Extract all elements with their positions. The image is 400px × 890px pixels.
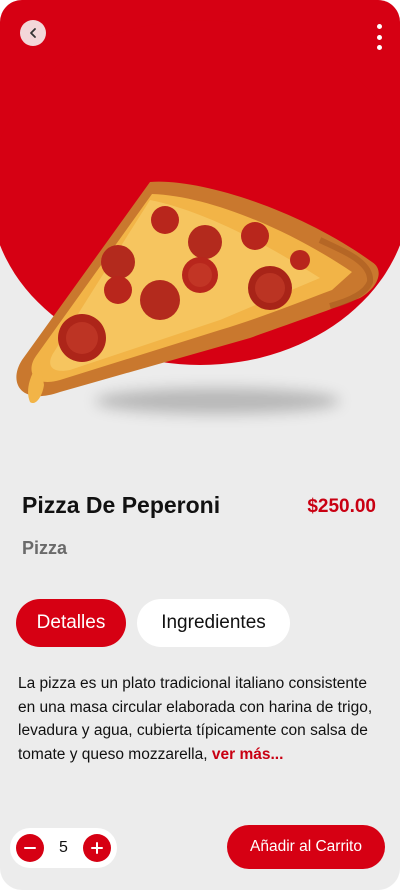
product-hero <box>0 0 400 440</box>
tab-ingredientes[interactable]: Ingredientes <box>137 599 290 647</box>
description-text: La pizza es un plato tradicional italian… <box>18 675 373 763</box>
increase-quantity-button[interactable] <box>83 834 111 862</box>
product-price: $250.00 <box>307 496 376 517</box>
read-more-link[interactable]: ver más... <box>212 746 284 763</box>
product-description: La pizza es un plato tradicional italian… <box>18 672 383 766</box>
product-category: Pizza <box>22 538 68 558</box>
back-button[interactable] <box>20 20 46 46</box>
add-to-cart-button[interactable]: Añadir al Carrito <box>227 825 385 869</box>
product-name: Pizza De Peperoni <box>22 492 221 518</box>
more-vertical-icon <box>376 24 382 29</box>
pizza-image <box>16 181 379 404</box>
chevron-left-icon <box>30 28 36 38</box>
quantity-value: 5 <box>59 839 68 856</box>
tab-detalles[interactable]: Detalles <box>16 599 126 647</box>
more-options-button[interactable] <box>374 24 384 50</box>
quantity-stepper: 5 <box>10 828 117 868</box>
minus-icon <box>24 847 36 849</box>
decrease-quantity-button[interactable] <box>16 834 44 862</box>
product-detail-screen: Pizza De Peperoni $250.00 Pizza Detalles… <box>0 0 400 890</box>
plus-icon <box>91 842 103 854</box>
